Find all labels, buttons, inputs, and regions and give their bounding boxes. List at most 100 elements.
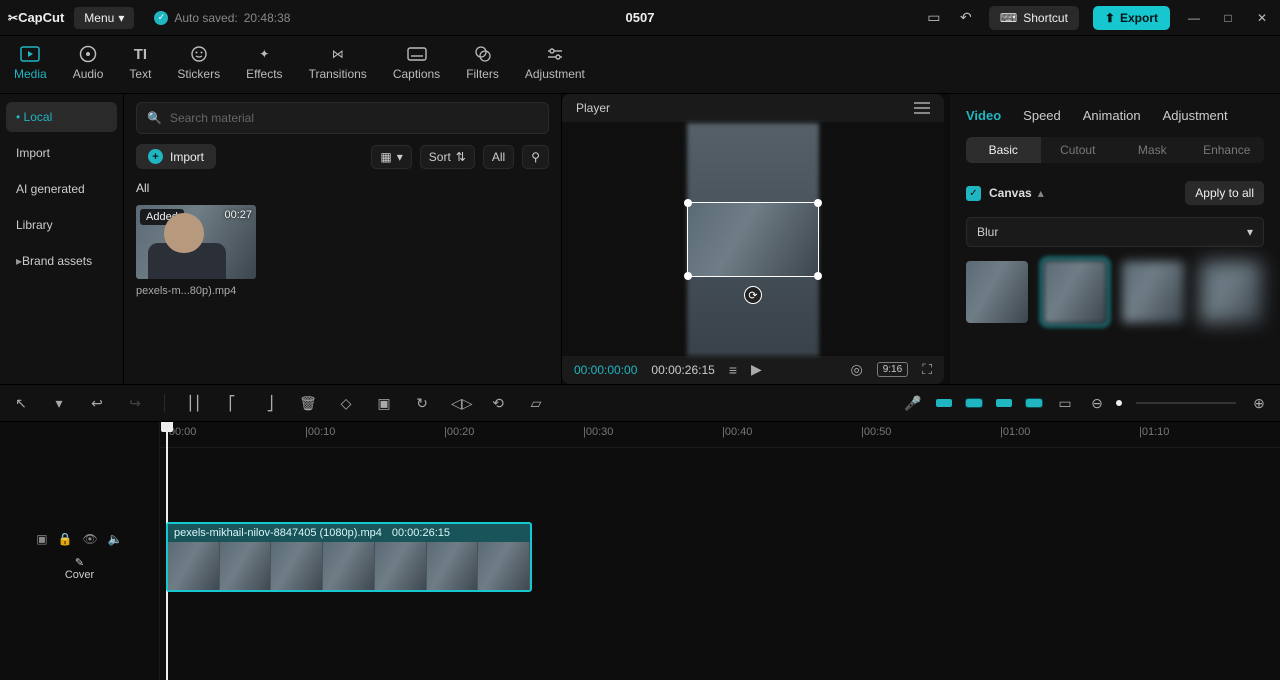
rtab-adjustment[interactable]: Adjustment	[1163, 108, 1228, 123]
canvas-checkbox[interactable]: ✓	[966, 186, 981, 201]
tab-adjustment[interactable]: Adjustment	[523, 42, 587, 83]
view-toggle[interactable]: ▦▾	[371, 145, 411, 169]
ruler-tick: |00:20	[444, 426, 474, 438]
tab-media[interactable]: Media	[12, 42, 49, 83]
blur-option-low[interactable]	[1044, 261, 1106, 323]
sidebar-item-ai[interactable]: AI generated	[6, 174, 117, 204]
snap-toggle-4[interactable]	[1026, 399, 1042, 407]
subtab-cutout[interactable]: Cutout	[1041, 137, 1116, 163]
collapse-icon[interactable]: ▴	[1038, 186, 1044, 200]
tab-captions[interactable]: Captions	[391, 42, 442, 83]
subtab-enhance[interactable]: Enhance	[1190, 137, 1265, 163]
sidebar-item-import[interactable]: Import	[6, 138, 117, 168]
search-icon: 🔍	[147, 111, 162, 125]
play-button[interactable]: ▶	[751, 361, 762, 378]
snap-toggle-3[interactable]	[996, 399, 1012, 407]
undo-button[interactable]: ↩	[88, 395, 106, 412]
tab-audio[interactable]: Audio	[71, 42, 106, 83]
rtab-speed[interactable]: Speed	[1023, 108, 1061, 123]
sort-button[interactable]: Sort⇅	[420, 145, 475, 169]
duration-badge: 00:27	[224, 209, 252, 221]
tab-effects[interactable]: ✦ Effects	[244, 42, 284, 83]
menu-button[interactable]: Menu ▾	[74, 7, 134, 29]
apply-to-all-button[interactable]: Apply to all	[1185, 181, 1264, 205]
timeline: ▣ 🔒 👁 🔈 ✎ Cover |00:00 |00:10 |00:20 |00…	[0, 422, 1280, 680]
quality-icon[interactable]: ◎	[851, 361, 863, 378]
maximize-button[interactable]: □	[1218, 8, 1238, 28]
tab-filters[interactable]: Filters	[464, 42, 501, 83]
zoom-out[interactable]: ⊖	[1088, 395, 1106, 412]
timecode-current: 00:00:00:00	[574, 363, 637, 377]
player-canvas[interactable]: ⟳	[562, 123, 944, 356]
minimize-button[interactable]: —	[1184, 8, 1204, 28]
selection-box[interactable]: ⟳	[687, 202, 819, 277]
tab-text[interactable]: TI Text	[127, 42, 153, 83]
tab-transitions[interactable]: ⋈ Transitions	[307, 42, 369, 83]
blur-option-none[interactable]	[966, 261, 1028, 323]
import-label: Import	[170, 150, 204, 164]
pointer-tool[interactable]: ↖	[12, 395, 30, 412]
frame-tool[interactable]: ▣	[375, 395, 393, 412]
preview-toggle[interactable]: ▭	[1056, 395, 1074, 412]
sidebar-item-brand[interactable]: Brand assets	[6, 246, 117, 276]
subtab-basic[interactable]: Basic	[966, 137, 1041, 163]
tab-stickers[interactable]: Stickers	[175, 42, 222, 83]
aspect-ratio[interactable]: 9:16	[877, 362, 908, 377]
media-clip-thumbnail: Added 00:27	[136, 205, 256, 279]
tab-captions-label: Captions	[393, 67, 440, 81]
crop-tool[interactable]: ▱	[527, 395, 545, 412]
list-icon[interactable]: ≡	[729, 362, 737, 378]
import-button[interactable]: + Import	[136, 144, 216, 169]
subtab-mask[interactable]: Mask	[1115, 137, 1190, 163]
search-input[interactable]: 🔍 Search material	[136, 102, 549, 134]
history-icon[interactable]: ↶	[957, 9, 975, 27]
timeline-clip[interactable]: pexels-mikhail-nilov-8847405 (1080p).mp4…	[166, 522, 532, 592]
mic-icon[interactable]: 🎤	[904, 395, 922, 412]
track-mute-icon[interactable]: 🔈	[108, 532, 123, 546]
rotate-tool[interactable]: ⟲	[489, 395, 507, 412]
fullscreen-icon[interactable]: ⛶	[922, 361, 932, 378]
reverse-tool[interactable]: ↻	[413, 395, 431, 412]
filter-icon-button[interactable]: ⚲	[522, 145, 549, 169]
sidebar-item-library[interactable]: Library	[6, 210, 117, 240]
captions-icon	[407, 44, 427, 64]
marker-tool[interactable]: ◇	[337, 395, 355, 412]
rtab-animation[interactable]: Animation	[1083, 108, 1141, 123]
timeline-body[interactable]: |00:00 |00:10 |00:20 |00:30 |00:40 |00:5…	[160, 422, 1280, 680]
media-sidebar: Local Import AI generated Library Brand …	[0, 94, 124, 384]
filter-all-button[interactable]: All	[483, 145, 514, 169]
snap-toggle-1[interactable]	[936, 399, 952, 407]
blur-option-mid[interactable]	[1122, 261, 1184, 323]
media-clip[interactable]: Added 00:27 pexels-m...80p).mp4	[136, 205, 256, 297]
trim-right-tool[interactable]: ⎦	[261, 395, 279, 412]
rtab-video[interactable]: Video	[966, 108, 1001, 123]
mirror-tool[interactable]: ◁▷	[451, 395, 469, 412]
handle-bottom-right[interactable]	[814, 272, 822, 280]
blur-select[interactable]: Blur ▾	[966, 217, 1264, 247]
export-button[interactable]: ⬆ Export	[1093, 6, 1170, 30]
zoom-in[interactable]: ⊕	[1250, 395, 1268, 412]
trim-left-tool[interactable]: ⎡	[223, 395, 241, 412]
snap-toggle-2[interactable]	[966, 399, 982, 407]
layout-icon[interactable]: ▭	[925, 9, 943, 27]
check-icon: ✓	[154, 11, 168, 25]
shortcut-button[interactable]: ⌨ Shortcut	[989, 6, 1079, 30]
track-visible-icon[interactable]: 👁	[83, 532, 98, 546]
search-placeholder: Search material	[170, 111, 254, 125]
handle-top-left[interactable]	[684, 199, 692, 207]
sidebar-item-local[interactable]: Local	[6, 102, 117, 132]
clip-name: pexels-mikhail-nilov-8847405 (1080p).mp4	[174, 527, 382, 539]
track-add-icon[interactable]: ▣	[36, 532, 47, 546]
blur-option-high[interactable]	[1200, 261, 1262, 323]
zoom-slider[interactable]	[1116, 400, 1122, 406]
media-section-label: All	[136, 181, 549, 195]
cover-button[interactable]: ✎ Cover	[65, 556, 94, 581]
close-button[interactable]: ✕	[1252, 8, 1272, 28]
player-menu-icon[interactable]	[914, 102, 930, 114]
time-ruler[interactable]: |00:00 |00:10 |00:20 |00:30 |00:40 |00:5…	[160, 422, 1280, 448]
handle-top-right[interactable]	[814, 199, 822, 207]
pointer-dropdown[interactable]: ▾	[50, 395, 68, 412]
track-lock-icon[interactable]: 🔒	[58, 532, 73, 546]
delete-tool[interactable]: 🗑	[299, 395, 317, 412]
split-tool[interactable]: ⎮⎮	[185, 395, 203, 412]
